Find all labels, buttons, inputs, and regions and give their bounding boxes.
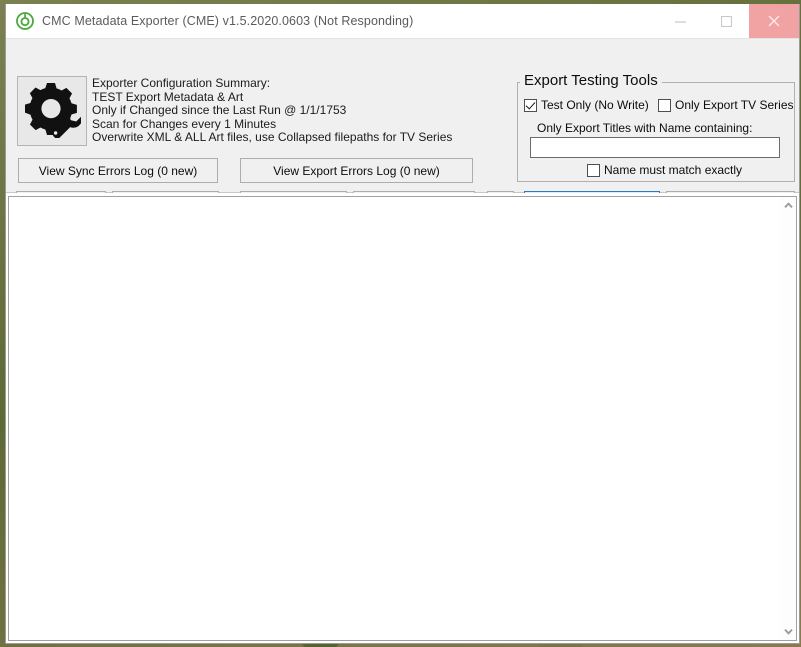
config-line-4: Overwrite XML & ALL Art files, use Colla…	[92, 130, 453, 145]
application-window: CMC Metadata Exporter (CME) v1.5.2020.06…	[5, 4, 800, 644]
chevron-up-icon	[783, 202, 793, 209]
log-output-area[interactable]	[8, 196, 780, 641]
checkbox-only-export-tv-series-label: Only Export TV Series	[675, 98, 794, 112]
chevron-down-icon	[783, 628, 793, 635]
scroll-down-button[interactable]	[780, 623, 796, 640]
cmc-green-circle-icon	[16, 12, 34, 30]
checkbox-only-export-tv-series-box[interactable]	[658, 98, 671, 112]
scroll-up-button[interactable]	[780, 197, 796, 214]
checkbox-name-must-match-exactly[interactable]: Name must match exactly	[587, 163, 742, 177]
config-icon-container	[17, 76, 87, 146]
view-export-errors-log-button[interactable]: View Export Errors Log (0 new)	[240, 158, 473, 183]
config-line-3: Scan for Changes every 1 Minutes	[92, 116, 277, 131]
maximize-button[interactable]	[703, 4, 749, 38]
config-line-0: Exporter Configuration Summary:	[92, 76, 271, 90]
checkbox-name-must-match-exactly-label: Name must match exactly	[604, 163, 743, 177]
checkbox-name-must-match-exactly-box[interactable]	[587, 163, 600, 177]
export-testing-tools-title: Export Testing Tools	[520, 72, 662, 89]
window-titlebar[interactable]: CMC Metadata Exporter (CME) v1.5.2020.06…	[6, 4, 799, 39]
window-controls	[657, 4, 799, 38]
vertical-scrollbar[interactable]	[780, 196, 797, 641]
close-button[interactable]	[749, 4, 799, 38]
checkbox-test-only-label: Test Only (No Write)	[541, 98, 649, 112]
checkbox-test-only-box[interactable]	[524, 98, 537, 112]
minimize-button[interactable]	[657, 4, 703, 38]
scrollbar-track[interactable]	[780, 214, 796, 623]
gear-wrench-icon	[23, 80, 83, 143]
filter-title-input[interactable]	[530, 137, 780, 158]
config-line-1: TEST Export Metadata & Art	[92, 89, 244, 104]
maximize-icon	[720, 15, 732, 27]
minimize-icon	[674, 20, 686, 23]
desktop-background: CMC Metadata Exporter (CME) v1.5.2020.06…	[0, 0, 801, 647]
window-title: CMC Metadata Exporter (CME) v1.5.2020.06…	[42, 14, 414, 28]
config-summary-text: Exporter Configuration Summary: TEST Exp…	[92, 76, 453, 145]
checkbox-test-only[interactable]: Test Only (No Write)	[524, 98, 649, 112]
checkbox-only-export-tv-series[interactable]: Only Export TV Series	[658, 98, 794, 112]
close-icon	[768, 15, 780, 27]
toolbar-panel: Exporter Configuration Summary: TEST Exp…	[6, 39, 799, 216]
filter-title-label: Only Export Titles with Name containing:	[537, 121, 753, 135]
content-region	[6, 193, 799, 643]
view-sync-errors-log-button[interactable]: View Sync Errors Log (0 new)	[18, 158, 218, 183]
config-line-2: Only if Changed since the Last Run @ 1/1…	[92, 103, 347, 118]
